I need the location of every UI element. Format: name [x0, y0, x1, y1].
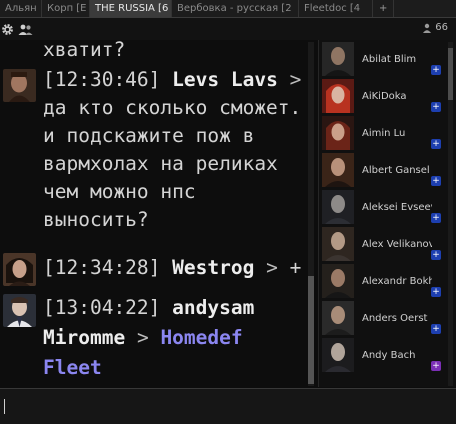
chat-input-bar: [0, 388, 456, 424]
member-portrait: [322, 116, 354, 150]
fleet-link[interactable]: Fleet: [43, 356, 102, 379]
person-icon: [423, 23, 432, 33]
member-list[interactable]: Abilat Blim + AiKiDoka + Aimin Lu + Albe…: [318, 40, 456, 387]
member-portrait: [322, 338, 354, 372]
member-item[interactable]: Aleksei Evseev +: [319, 190, 456, 226]
member-name: Andy Bach: [362, 350, 416, 361]
channel-tab-bar: Альян Корп [E THE RUSSIA [6 Вербовка - р…: [0, 0, 456, 18]
plus-icon: +: [431, 361, 441, 371]
channel-toolbar: 66: [0, 18, 456, 40]
message-text-line: вармхолах на реликах: [43, 152, 278, 175]
avatar[interactable]: [3, 69, 36, 102]
member-portrait: [322, 79, 354, 113]
member-item[interactable]: Aimin Lu +: [319, 116, 456, 152]
message-timestamp: [13:04:22]: [43, 296, 161, 319]
member-portrait: [322, 190, 354, 224]
tab-fleetdoc[interactable]: Fleetdoc [4: [299, 0, 373, 17]
member-portrait: [322, 42, 354, 76]
plus-icon: +: [431, 176, 441, 186]
chat-scrollbar-thumb[interactable]: [308, 276, 314, 384]
member-count: 66: [423, 22, 448, 33]
message-text-line: Fleet: [43, 354, 102, 382]
plus-icon: +: [431, 139, 441, 149]
member-item[interactable]: Alex Velikanov +: [319, 227, 456, 263]
message-text: +: [289, 256, 302, 279]
add-tab-button[interactable]: +: [373, 0, 395, 17]
member-item[interactable]: AiKiDoka +: [319, 79, 456, 115]
message-arrow: >: [289, 68, 302, 91]
member-item[interactable]: Abilat Blim +: [319, 42, 456, 78]
tab-alliance[interactable]: Альян: [0, 0, 42, 17]
member-name: Abilat Blim: [362, 54, 417, 65]
member-count-value: 66: [435, 22, 448, 33]
message-text-line: Miromme > Homedef: [43, 324, 243, 352]
member-name: Aimin Lu: [362, 128, 406, 139]
member-name: Albert Gansel: [362, 165, 430, 176]
member-portrait: [322, 227, 354, 261]
member-portrait: [322, 153, 354, 187]
member-name: Alexandr Bokhan: [362, 276, 432, 287]
tab-the-russia[interactable]: THE RUSSIA [6: [90, 0, 172, 17]
member-item[interactable]: Andy Bach +: [319, 338, 456, 374]
member-item[interactable]: Albert Gansel +: [319, 153, 456, 189]
message-sender[interactable]: Westrog: [172, 256, 254, 279]
message-header: [12:34:28] Westrog > +: [43, 254, 301, 282]
chat-input[interactable]: [2, 397, 446, 419]
message-timestamp: [12:30:46]: [43, 68, 161, 91]
tab-corp[interactable]: Корп [E: [42, 0, 90, 17]
message-header: [13:04:22] andysam: [43, 294, 254, 322]
plus-icon: +: [431, 65, 441, 75]
plus-icon: +: [431, 250, 441, 260]
plus-icon: +: [431, 324, 441, 334]
chat-message-list[interactable]: хватит? [12:30:46] Levs Lavs > да кто ск…: [0, 40, 306, 387]
plus-icon: +: [431, 287, 441, 297]
message-timestamp: [12:34:28]: [43, 256, 161, 279]
member-portrait: [322, 301, 354, 335]
message-sender[interactable]: Miromme: [43, 326, 125, 349]
member-name: Alex Velikanov: [362, 239, 432, 250]
member-name: Aleksei Evseev: [362, 202, 432, 213]
message-text-line: выносить?: [43, 208, 149, 231]
message-sender[interactable]: andysam: [172, 296, 254, 319]
message-arrow: >: [136, 326, 149, 349]
tab-recruitment[interactable]: Вербовка - русская [2: [172, 0, 299, 17]
message-arrow: >: [266, 256, 278, 279]
member-item[interactable]: Anders Oerst +: [319, 301, 456, 337]
plus-icon: +: [431, 102, 441, 112]
avatar[interactable]: [3, 253, 36, 286]
fleet-link[interactable]: Homedef: [160, 326, 242, 349]
people-icon[interactable]: [18, 21, 33, 40]
message-text-line: и подскажите пож в: [43, 124, 255, 147]
message-text-line: хватит?: [43, 40, 126, 61]
message-header: [12:30:46] Levs Lavs >: [43, 66, 301, 94]
member-list-scrollbar-thumb[interactable]: [448, 48, 453, 100]
member-name: Anders Oerst: [362, 313, 428, 324]
plus-icon: +: [431, 213, 441, 223]
message-sender[interactable]: Levs Lavs: [172, 68, 278, 91]
avatar[interactable]: [3, 294, 36, 327]
gear-icon[interactable]: [1, 21, 14, 40]
member-item[interactable]: Alexandr Bokhan +: [319, 264, 456, 300]
message-text-line: да кто сколько сможет.: [43, 96, 302, 119]
member-name: AiKiDoka: [362, 91, 407, 102]
message-text-line: чем можно нпс: [43, 180, 196, 203]
text-caret: [4, 399, 5, 414]
member-portrait: [322, 264, 354, 298]
